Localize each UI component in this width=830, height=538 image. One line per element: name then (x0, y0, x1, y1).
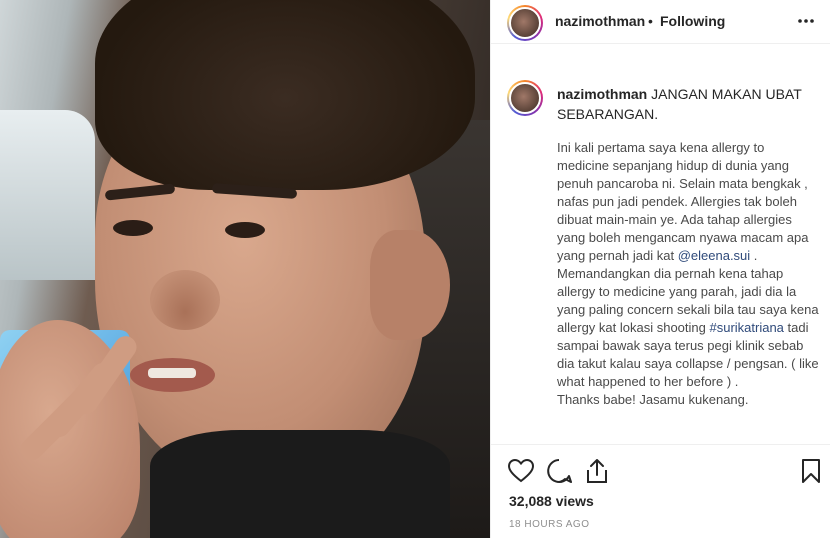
caption-username-link[interactable]: nazimothman (557, 86, 647, 102)
share-icon[interactable] (581, 455, 613, 487)
separator-dot: • (648, 13, 653, 29)
more-options-icon[interactable] (797, 12, 815, 35)
comment-icon[interactable] (543, 455, 575, 487)
avatar[interactable] (507, 5, 543, 41)
ear (370, 230, 450, 340)
action-icons (505, 455, 825, 487)
view-count[interactable]: 32,088 views (509, 493, 594, 509)
shirt (150, 430, 450, 538)
username-link[interactable]: nazimothman (555, 13, 645, 29)
following-button[interactable]: Following (660, 13, 725, 29)
post-header: nazimothman • Following (491, 0, 830, 44)
hair (95, 0, 475, 190)
hashtag-link[interactable]: #surikatriana (709, 320, 783, 335)
caption-text: Thanks babe! Jasamu kukenang. (557, 392, 749, 407)
mention-link[interactable]: @eleena.sui (678, 248, 750, 263)
caption-avatar[interactable] (507, 80, 543, 116)
heart-icon[interactable] (505, 455, 537, 487)
mouth (130, 358, 215, 392)
caption-paragraph: Ini kali pertama saya kena allergy to me… (557, 139, 819, 409)
car-window (0, 110, 95, 280)
post-actions: 32,088 views 18 HOURS AGO (491, 444, 830, 538)
right-eye (225, 222, 265, 238)
caption-text: Ini kali pertama saya kena allergy to me… (557, 140, 809, 263)
post-timestamp[interactable]: 18 HOURS AGO (509, 519, 589, 530)
caption-body: Ini kali pertama saya kena allergy to me… (557, 139, 819, 427)
caption: nazimothman JANGAN MAKAN UBAT SEBARANGAN… (491, 56, 830, 444)
caption-headline: nazimothman JANGAN MAKAN UBAT SEBARANGAN… (557, 84, 817, 124)
bookmark-icon[interactable] (795, 455, 827, 487)
left-eye (113, 220, 153, 236)
nose (150, 270, 220, 330)
post-side-panel: nazimothman • Following nazimothman JANG… (490, 0, 830, 538)
post-video[interactable] (0, 0, 490, 538)
